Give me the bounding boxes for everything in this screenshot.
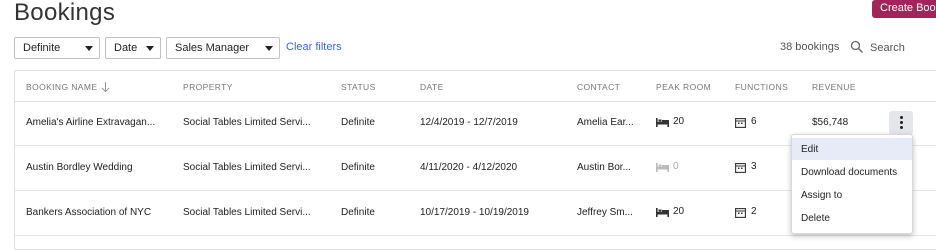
- menu-item-delete[interactable]: Delete: [792, 207, 912, 229]
- peak-room-value: 0: [673, 161, 679, 172]
- peak-room-value: 20: [673, 116, 685, 127]
- bed-icon: [656, 163, 669, 172]
- kebab-dot-icon: [900, 126, 903, 129]
- chevron-down-icon: [85, 46, 93, 51]
- column-header-peak-room[interactable]: PEAK ROOM: [656, 82, 711, 92]
- contact-cell: Amelia Ear...: [577, 117, 634, 128]
- revenue-cell: $56,748: [812, 117, 849, 128]
- column-header-date[interactable]: DATE: [420, 82, 444, 92]
- property-cell: Social Tables Limited Servi...: [183, 117, 311, 128]
- role-filter-select[interactable]: Sales Manager: [166, 37, 280, 59]
- booking-name-cell[interactable]: Austin Bordley Wedding: [26, 162, 133, 173]
- calendar-icon: [735, 118, 746, 128]
- sort-arrow-down-icon[interactable]: [101, 82, 110, 92]
- page-title: Bookings: [14, 0, 116, 26]
- create-booking-button[interactable]: Create Booking: [872, 0, 936, 18]
- date-filter-value: Date: [114, 42, 138, 54]
- calendar-icon: [735, 208, 746, 218]
- column-header-status[interactable]: STATUS: [341, 82, 376, 92]
- bookings-count: 38 bookings: [780, 41, 840, 53]
- functions-value: 3: [751, 161, 757, 172]
- status-cell: Definite: [341, 162, 375, 173]
- column-header-booking-name[interactable]: BOOKING NAME: [26, 82, 97, 92]
- booking-name-cell[interactable]: Bankers Association of NYC: [26, 207, 151, 218]
- row-actions-kebab-button[interactable]: [889, 111, 913, 135]
- chevron-down-icon: [146, 46, 154, 51]
- date-cell: 12/4/2019 - 12/7/2019: [420, 117, 518, 128]
- clear-filters-link[interactable]: Clear filters: [286, 41, 342, 53]
- date-cell: 10/17/2019 - 10/19/2019: [420, 207, 529, 218]
- date-filter-select[interactable]: Date: [105, 37, 161, 59]
- column-header-contact[interactable]: CONTACT: [577, 82, 620, 92]
- bed-icon: [656, 208, 669, 217]
- peak-room-value: 20: [673, 206, 685, 217]
- status-cell: Definite: [341, 117, 375, 128]
- kebab-dot-icon: [900, 116, 903, 119]
- column-header-property[interactable]: PROPERTY: [183, 82, 233, 92]
- date-cell: 4/11/2020 - 4/12/2020: [420, 162, 518, 173]
- search-icon: [850, 40, 863, 53]
- status-filter-value: Definite: [23, 42, 61, 54]
- bed-icon: [656, 118, 669, 127]
- functions-value: 2: [751, 206, 757, 217]
- row-actions-menu: Edit Download documents Assign to Delete: [791, 134, 913, 234]
- contact-cell: Jeffrey Sm...: [577, 207, 633, 218]
- chevron-down-icon: [265, 46, 273, 51]
- status-cell: Definite: [341, 207, 375, 218]
- role-filter-value: Sales Manager: [175, 42, 249, 54]
- kebab-dot-icon: [900, 121, 903, 124]
- status-filter-select[interactable]: Definite: [14, 37, 100, 59]
- table-header: BOOKING NAME PROPERTY STATUS DATE CONTAC…: [15, 71, 936, 102]
- menu-item-download-documents[interactable]: Download documents: [792, 161, 912, 183]
- contact-cell: Austin Bor...: [577, 162, 631, 173]
- property-cell: Social Tables Limited Servi...: [183, 162, 311, 173]
- booking-name-cell[interactable]: Amelia's Airline Extravagan...: [26, 117, 155, 128]
- property-cell: Social Tables Limited Servi...: [183, 207, 311, 218]
- search-input[interactable]: [864, 37, 936, 59]
- menu-item-assign-to[interactable]: Assign to: [792, 184, 912, 206]
- calendar-icon: [735, 163, 746, 173]
- column-header-revenue[interactable]: REVENUE: [812, 82, 856, 92]
- functions-value: 6: [751, 116, 757, 127]
- menu-item-edit[interactable]: Edit: [792, 138, 912, 160]
- search-box[interactable]: [850, 37, 936, 59]
- column-header-functions[interactable]: FUNCTIONS: [735, 82, 788, 92]
